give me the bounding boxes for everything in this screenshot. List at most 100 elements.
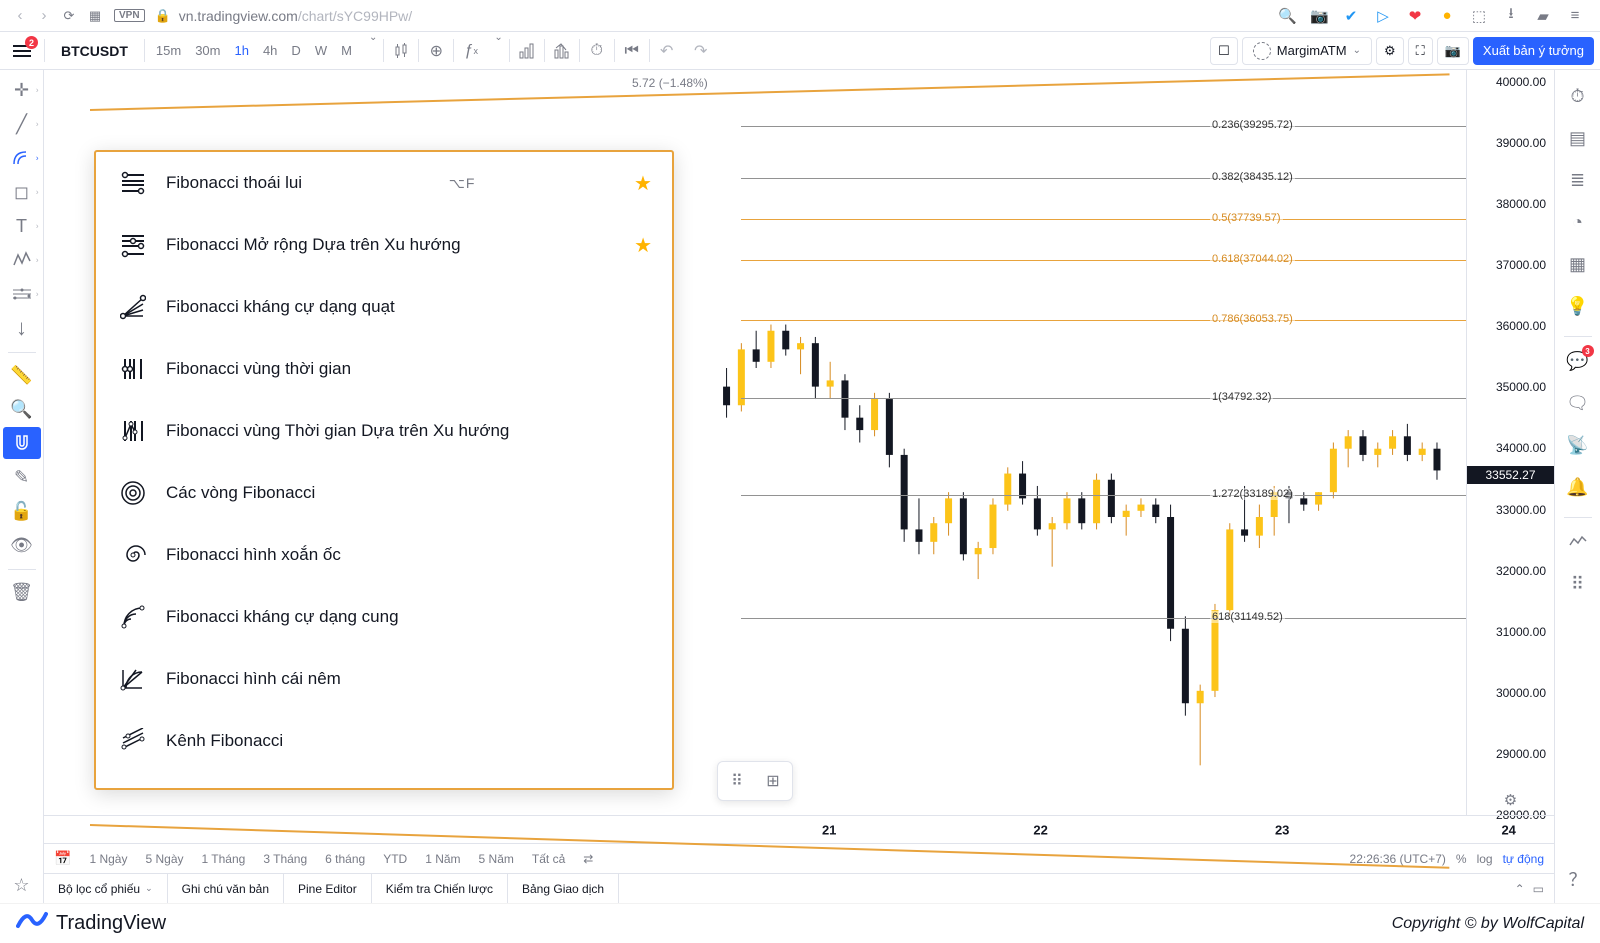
hide-tool[interactable]: 👁 bbox=[3, 529, 41, 561]
help-icon[interactable]: ？ bbox=[1560, 861, 1596, 897]
fib-level-line[interactable] bbox=[741, 260, 1466, 261]
fibonacci-tools-menu[interactable]: Fibonacci thoái lui⌥F★Fibonacci Mở rộng … bbox=[94, 150, 674, 790]
timeframe-D[interactable]: D bbox=[284, 32, 307, 69]
fib-menu-item[interactable]: Kênh Fibonacci bbox=[96, 710, 672, 772]
url-display[interactable]: vn.tradingview.com/chart/sYC99HPw/ bbox=[179, 8, 412, 24]
fib-level-line[interactable] bbox=[741, 126, 1466, 127]
flag-icon[interactable]: ▰ bbox=[1534, 7, 1552, 25]
date-range-option[interactable]: Tất cả bbox=[532, 852, 565, 866]
goto-date-icon[interactable]: 📅 bbox=[54, 850, 71, 867]
shapes-tool[interactable]: ◻› bbox=[3, 176, 41, 208]
app-menu-button[interactable]: 2 bbox=[0, 32, 44, 69]
fibonacci-tool[interactable]: › bbox=[3, 142, 41, 174]
refresh-button[interactable]: ⟳ bbox=[56, 8, 82, 24]
date-range-option[interactable]: 1 Tháng bbox=[202, 852, 246, 866]
hotlist-icon[interactable]: ≣ bbox=[1560, 162, 1596, 198]
lock-tool[interactable]: 🔓 bbox=[3, 495, 41, 527]
arrow-tool[interactable]: ↓ bbox=[3, 312, 41, 344]
fib-level-line[interactable] bbox=[741, 495, 1466, 496]
fullscreen-button[interactable]: ⛶ bbox=[1408, 37, 1433, 65]
date-range-option[interactable]: 5 Ngày bbox=[145, 852, 183, 866]
fib-menu-item[interactable]: Fibonacci Mở rộng Dựa trên Xu hướng★ bbox=[96, 214, 672, 276]
lock-drawings-tool[interactable]: ✎ bbox=[3, 461, 41, 493]
alerts-panel-icon[interactable]: ▤ bbox=[1560, 120, 1596, 156]
favorite-star-icon[interactable]: ★ bbox=[634, 233, 652, 258]
back-button[interactable]: ‹ bbox=[8, 7, 32, 24]
forward-button[interactable]: › bbox=[32, 7, 56, 24]
bottom-tab[interactable]: Kiểm tra Chiến lược bbox=[372, 874, 508, 903]
fib-menu-item[interactable]: Fibonacci kháng cự dạng cung bbox=[96, 586, 672, 648]
dom-icon[interactable] bbox=[1560, 524, 1596, 560]
download-icon[interactable]: ⭳ bbox=[1502, 3, 1520, 28]
settings-button[interactable]: ⚙ bbox=[1376, 37, 1404, 65]
data-window-icon[interactable]: ▦ bbox=[1560, 246, 1596, 282]
timeframe-more[interactable]: ⌄ bbox=[363, 32, 383, 69]
fib-menu-item[interactable]: Fibonacci hình cái nêm bbox=[96, 648, 672, 710]
bottom-tab[interactable]: Ghi chú văn bản bbox=[168, 874, 284, 903]
time-axis[interactable]: 21222324 bbox=[44, 815, 1554, 843]
add-tool-icon[interactable]: ⊞ bbox=[760, 768, 786, 794]
collapse-icon[interactable]: ⌃ bbox=[1515, 882, 1525, 896]
date-range-option[interactable]: 1 Ngày bbox=[89, 852, 127, 866]
stream-icon[interactable]: 📡 bbox=[1560, 427, 1596, 463]
date-range-option[interactable]: 5 Năm bbox=[479, 852, 514, 866]
fib-menu-item[interactable]: Fibonacci hình xoắn ốc bbox=[96, 524, 672, 586]
fib-level-line[interactable] bbox=[741, 398, 1466, 399]
alert-icon[interactable]: ⏱ bbox=[580, 32, 614, 69]
goto-icon[interactable]: ⇄ bbox=[583, 852, 593, 866]
calendar-icon[interactable]: ◔ bbox=[1560, 204, 1596, 240]
timeframe-W[interactable]: W bbox=[308, 32, 334, 69]
fib-menu-item[interactable]: Fibonacci vùng thời gian bbox=[96, 338, 672, 400]
fib-level-line[interactable] bbox=[741, 178, 1466, 179]
financials-icon[interactable] bbox=[510, 32, 544, 69]
snapshot-button[interactable]: 📷 bbox=[1437, 37, 1469, 65]
bottom-tab[interactable]: Bộ lọc cổ phiếu⌄ bbox=[44, 874, 168, 903]
check-icon[interactable]: ✔ bbox=[1342, 7, 1360, 25]
fib-menu-item[interactable]: Fibonacci thoái lui⌥F★ bbox=[96, 152, 672, 214]
favorite-star-icon[interactable]: ★ bbox=[634, 171, 652, 196]
date-range-option[interactable]: 6 tháng bbox=[325, 852, 365, 866]
fib-menu-item[interactable]: Các vòng Fibonacci bbox=[96, 462, 672, 524]
notifications-icon[interactable]: 🔔 bbox=[1560, 469, 1596, 505]
checkbox-button[interactable]: ☐ bbox=[1210, 37, 1238, 65]
replay-icon[interactable]: ⏮ bbox=[615, 32, 649, 69]
layout-template-selector[interactable]: MargimATM ⌄ bbox=[1242, 37, 1372, 65]
patterns-tool[interactable]: › bbox=[3, 244, 41, 276]
magnet-tool[interactable] bbox=[3, 427, 41, 459]
bottom-tab[interactable]: Pine Editor bbox=[284, 874, 372, 903]
fib-level-line[interactable] bbox=[741, 320, 1466, 321]
favorites-tool[interactable]: ☆ bbox=[3, 869, 41, 901]
chat-icon[interactable]: 💬3 bbox=[1560, 343, 1596, 379]
indicators-icon[interactable]: ƒx bbox=[454, 32, 488, 69]
candles-style-icon[interactable] bbox=[384, 32, 418, 69]
order-panel-icon[interactable]: ⠿ bbox=[1560, 566, 1596, 602]
log-toggle[interactable]: log bbox=[1477, 852, 1493, 866]
zoom-tool[interactable]: 🔍 bbox=[3, 393, 41, 425]
search-icon[interactable]: 🔍 bbox=[1278, 7, 1296, 25]
heart-icon[interactable]: ❤ bbox=[1406, 7, 1424, 25]
timeframe-M[interactable]: M bbox=[334, 32, 359, 69]
watchlist-icon[interactable]: ⏱ bbox=[1560, 78, 1596, 114]
indicators-more[interactable]: ⌄ bbox=[488, 32, 508, 69]
menu-icon[interactable]: ≡ bbox=[1566, 7, 1584, 24]
trendline-tool[interactable]: ╱› bbox=[3, 108, 41, 140]
fib-menu-item[interactable]: Fibonacci kháng cự dạng quạt bbox=[96, 276, 672, 338]
camera-icon[interactable]: 📷 bbox=[1310, 7, 1328, 25]
fib-level-line[interactable] bbox=[741, 618, 1466, 619]
bottom-tab[interactable]: Bảng Giao dịch bbox=[508, 874, 619, 903]
text-tool[interactable]: T› bbox=[3, 210, 41, 242]
trash-tool[interactable]: 🗑 bbox=[3, 576, 41, 608]
fib-level-line[interactable] bbox=[741, 219, 1466, 220]
forecast-tool[interactable]: › bbox=[3, 278, 41, 310]
timeframe-30m[interactable]: 30m bbox=[188, 32, 227, 69]
redo-icon[interactable]: ↷ bbox=[684, 32, 718, 69]
apps-grid-icon[interactable]: ▦ bbox=[82, 8, 108, 24]
floating-drawing-toolbar[interactable]: ⠿ ⊞ bbox=[717, 761, 793, 801]
cursor-tool[interactable]: ✛› bbox=[3, 74, 41, 106]
timeframe-15m[interactable]: 15m bbox=[149, 32, 188, 69]
percent-toggle[interactable]: % bbox=[1456, 852, 1467, 866]
grip-icon[interactable]: ⠿ bbox=[724, 768, 750, 794]
axis-settings-icon[interactable]: ⚙ bbox=[1467, 791, 1554, 809]
undo-icon[interactable]: ↶ bbox=[650, 32, 684, 69]
auto-scale-toggle[interactable]: tự động bbox=[1503, 852, 1544, 866]
